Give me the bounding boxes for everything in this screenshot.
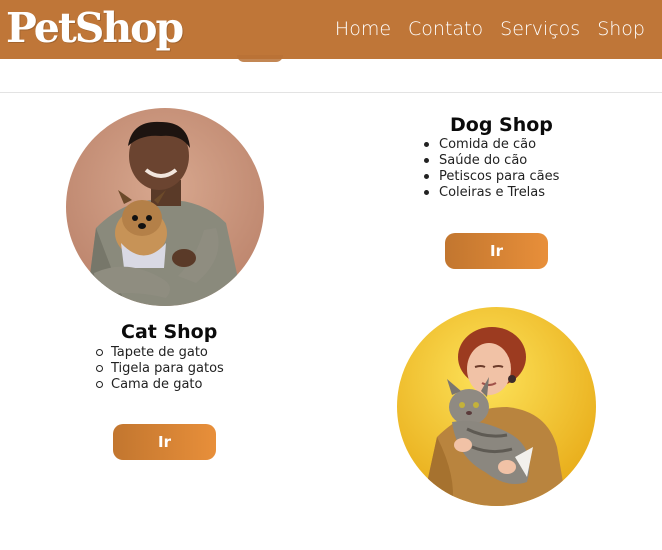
dog-shop-title: Dog Shop — [450, 114, 553, 136]
cat-shop-ir-button[interactable]: Ir — [113, 424, 216, 460]
nav-contato[interactable]: Contato — [408, 18, 483, 40]
list-item: Coleiras e Trelas — [424, 185, 559, 201]
cat-shop-title: Cat Shop — [121, 321, 218, 343]
list-item: Tapete de gato — [96, 345, 224, 361]
section-divider — [0, 92, 662, 93]
list-item: Tigela para gatos — [96, 361, 224, 377]
nav-servicos[interactable]: Serviços — [500, 18, 580, 40]
logo[interactable]: PetShop — [6, 6, 184, 50]
dog-shop-list: Comida de cão Saúde do cão Petiscos para… — [424, 137, 559, 201]
list-item: Saúde do cão — [424, 153, 559, 169]
nav-shop[interactable]: Shop — [597, 18, 645, 40]
list-item: Cama de gato — [96, 377, 224, 393]
dog-shop-ir-button[interactable]: Ir — [445, 233, 548, 269]
main-nav: Home Contato Serviços Shop — [318, 18, 645, 40]
site-header: PetShop Home Contato Serviços Shop — [0, 0, 662, 59]
cat-owner-photo — [397, 307, 596, 506]
nav-home[interactable]: Home — [335, 18, 391, 40]
cat-shop-list: Tapete de gato Tigela para gatos Cama de… — [96, 345, 224, 393]
list-item: Petiscos para cães — [424, 169, 559, 185]
banner-edge — [237, 55, 283, 62]
list-item: Comida de cão — [424, 137, 559, 153]
dog-owner-photo — [66, 108, 264, 306]
